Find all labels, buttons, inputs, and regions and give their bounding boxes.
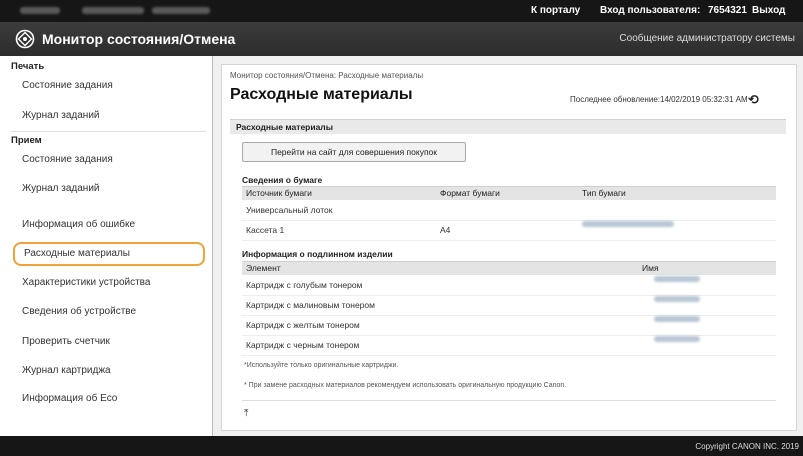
top-bar: К порталу Вход пользователя: 7654321 Вых… xyxy=(0,0,803,22)
last-update-text: Последнее обновление:14/02/2019 05:32:31… xyxy=(570,95,748,104)
blurred-text xyxy=(152,7,210,14)
sidebar-section-print: Печать xyxy=(11,61,45,72)
login-label: Вход пользователя: xyxy=(600,5,701,16)
main-content: Монитор состояния/Отмена: Расходные мате… xyxy=(213,56,803,436)
breadcrumb[interactable]: Монитор состояния/Отмена: Расходные мате… xyxy=(230,71,423,80)
logout-link[interactable]: Выход xyxy=(752,5,785,16)
user-id: 7654321 xyxy=(708,5,747,16)
note-genuine-products: * При замене расходных материалов рекоме… xyxy=(244,382,567,389)
blurred-text xyxy=(20,7,60,14)
column-header: Тип бумаги xyxy=(582,188,626,198)
admin-message-link[interactable]: Сообщение администратору системы xyxy=(619,33,795,44)
table-row: Картридж с голубым тонером xyxy=(242,276,776,296)
back-to-top-icon[interactable]: ⤒ xyxy=(244,408,248,419)
remote-ui-logo-icon xyxy=(15,29,35,49)
sidebar-section-receive: Прием xyxy=(11,135,42,146)
refresh-icon[interactable]: ⟲ xyxy=(748,92,759,108)
table-row: Картридж с черным тонером xyxy=(242,336,776,356)
paper-info-title: Сведения о бумаге xyxy=(242,175,323,185)
sidebar-item-device-info[interactable]: Сведения об устройстве xyxy=(0,299,210,325)
blurred-text xyxy=(82,7,144,14)
copyright: Copyright CANON INC. 2019 xyxy=(695,442,799,451)
sidebar-item-rx-job-status[interactable]: Состояние задания xyxy=(0,147,210,173)
sidebar-item-rx-job-log[interactable]: Журнал заданий xyxy=(0,176,210,202)
column-header: Источник бумаги xyxy=(246,188,312,198)
shop-button[interactable]: Перейти на сайт для совершения покупок xyxy=(242,142,466,162)
content-panel: Монитор состояния/Отмена: Расходные мате… xyxy=(221,64,797,431)
title-bar: Монитор состояния/Отмена Сообщение админ… xyxy=(0,22,803,56)
note-original-cartridges: *Используйте только оригинальные картрид… xyxy=(244,362,399,369)
sidebar-item-print-job-status[interactable]: Состояние задания xyxy=(0,73,210,99)
app-title: Монитор состояния/Отмена xyxy=(42,31,236,47)
table-row: Картридж с желтым тонером xyxy=(242,316,776,336)
page-title: Расходные материалы xyxy=(230,86,413,103)
column-header: Формат бумаги xyxy=(440,188,500,198)
footer: Copyright CANON INC. 2019 xyxy=(0,436,803,456)
paper-table-header: Источник бумаги Формат бумаги Тип бумаги xyxy=(242,186,776,200)
section-header-consumables: Расходные материалы xyxy=(230,119,786,134)
table-row: Универсальный лоток xyxy=(242,201,776,221)
table-row: Кассета 1 A4 xyxy=(242,221,776,241)
sidebar-item-check-counter[interactable]: Проверить счетчик xyxy=(0,329,210,355)
divider xyxy=(11,131,206,132)
genuine-product-title: Информация о подлинном изделии xyxy=(242,249,393,259)
divider xyxy=(242,400,776,401)
sidebar-item-print-job-log[interactable]: Журнал заданий xyxy=(0,103,210,129)
portal-link[interactable]: К порталу xyxy=(531,5,580,16)
sidebar-item-consumables[interactable]: Расходные материалы xyxy=(13,242,205,266)
column-header: Имя xyxy=(642,263,659,273)
sidebar-item-cartridge-log[interactable]: Журнал картриджа xyxy=(0,358,210,384)
column-header: Элемент xyxy=(246,263,281,273)
sidebar-item-error-info[interactable]: Информация об ошибке xyxy=(0,212,210,238)
sidebar-item-device-features[interactable]: Характеристики устройства xyxy=(0,270,210,296)
sidebar: Печать Состояние задания Журнал заданий … xyxy=(0,56,213,436)
consumables-table-header: Элемент Имя xyxy=(242,261,776,275)
table-row: Картридж с малиновым тонером xyxy=(242,296,776,316)
sidebar-item-eco-info[interactable]: Информация об Eco xyxy=(0,386,210,412)
